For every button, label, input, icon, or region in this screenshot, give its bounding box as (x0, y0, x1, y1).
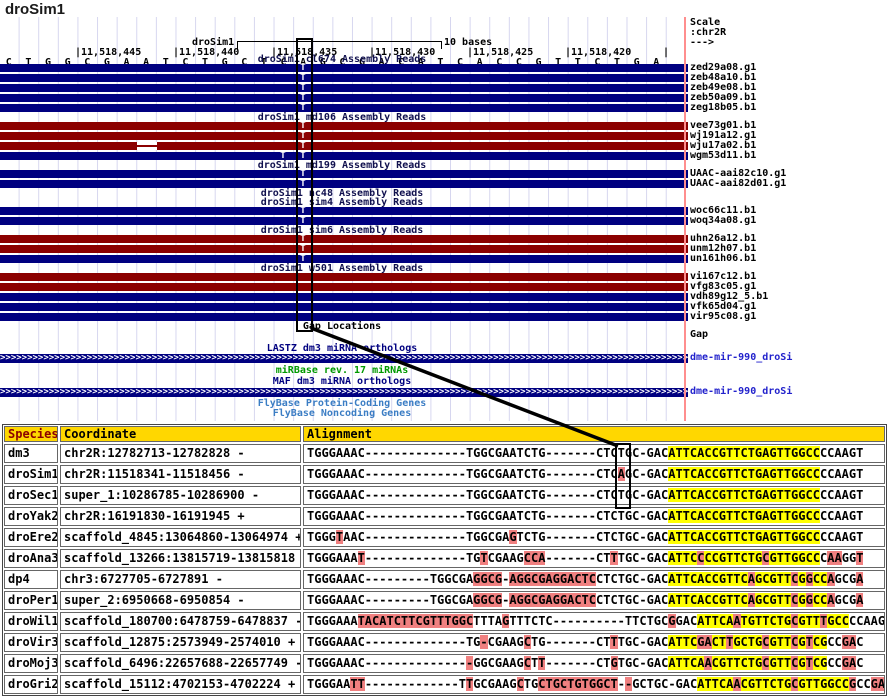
assembly-read-bar[interactable]: T (0, 235, 688, 243)
table-row: droWil1scaffold_180700:6478759-6478837 -… (3, 611, 886, 632)
assembly-read-bar[interactable]: TT (0, 152, 688, 160)
table-row: droMoj3scaffold_6496:22657688-22657749 -… (3, 653, 886, 674)
mirna-item-bar[interactable]: >>>>>>>>>>>>>>>>>>>>>>>>>>>>>>>>>>>>>>>>… (0, 354, 688, 363)
species-cell: droPer1 (4, 591, 58, 610)
assembly-read-bar[interactable]: T (0, 122, 688, 130)
alignment-cell: TGGGAAAC---------TGGCGAGGCG-AGGCGAGGACTC… (303, 570, 885, 589)
assembly-read-bar[interactable] (0, 293, 688, 301)
track-side-label: Gap (690, 330, 708, 340)
table-row: dp4chr3:6727705-6727891 -TGGGAAAC-------… (3, 569, 886, 590)
mirna-item-bar[interactable]: >>>>>>>>>>>>>>>>>>>>>>>>>>>>>>>>>>>>>>>>… (0, 388, 688, 397)
alignment-cell: TGGGTAAC--------------TGGCGAGTCTG-------… (303, 528, 885, 547)
table-row: droSec1super_1:10286785-10286900 -TGGGAA… (3, 485, 886, 506)
label-separator-line (684, 17, 686, 421)
coordinate-cell: super_2:6950668-6950854 - (60, 591, 301, 610)
coordinate-cell: scaffold_13266:13815719-13815818 + (60, 549, 301, 568)
assembly-read-bar[interactable] (0, 273, 688, 281)
species-cell: droMoj3 (4, 654, 58, 673)
scale-panel-line3: ---> (690, 38, 714, 48)
highlight-column-box (296, 38, 313, 332)
read-name-label: vir95c08.g1 (690, 312, 756, 322)
assembly-read-bar[interactable] (0, 283, 688, 291)
track-label-panel: Scale :chr2R ---> zed29a08.g1zeb48a10.b1… (690, 17, 888, 421)
alignment-cell: TGGGAAAC--------------TGGCGAATCTG-------… (303, 507, 885, 526)
mirna-item-name: dme-mir-990_droSi (690, 353, 792, 363)
assembly-read-bar[interactable]: T (0, 74, 688, 82)
table-row: droAna3scaffold_13266:13815719-13815818 … (3, 548, 886, 569)
table-row: droEre2scaffold_4845:13064860-13064974 +… (3, 527, 886, 548)
species-cell: droSec1 (4, 486, 58, 505)
species-cell: droGri2 (4, 675, 58, 694)
coordinate-cell: super_1:10286785-10286900 - (60, 486, 301, 505)
assembly-read-bar[interactable]: T (0, 132, 688, 140)
alignment-table: SpeciesCoordinateAlignment dm3chr2R:1278… (2, 424, 887, 696)
species-cell: dp4 (4, 570, 58, 589)
alignment-cell: TGGGAAAC--------------TG-CGAAGCTG-------… (303, 633, 885, 652)
track-center-label[interactable]: Gap Locations (0, 322, 684, 332)
read-name-label: UAAC-aai82d01.g1 (690, 179, 786, 189)
alignment-cell: TGGGAAAC--------------TGGCGAATCTG-------… (303, 444, 885, 463)
alignment-cell: TGGGAAAC--------------TGGCGAATCTG-------… (303, 465, 885, 484)
table-row: droSim1chr2R:11518341-11518456 -TGGGAAAC… (3, 464, 886, 485)
assembly-read-bar[interactable]: T (0, 104, 688, 112)
coordinate-cell: scaffold_15112:4702153-4702224 + (60, 675, 301, 694)
assembly-read-bar[interactable]: T (0, 64, 688, 72)
assembly-read-bar[interactable]: T (0, 255, 688, 263)
assembly-read-bar[interactable]: T (0, 142, 688, 150)
species-cell: droSim1 (4, 465, 58, 484)
assembly-read-bar[interactable]: T (0, 207, 688, 215)
assembly-read-bar[interactable]: T (0, 84, 688, 92)
column-header-alignment: Alignment (303, 426, 885, 442)
table-row: droVir3scaffold_12875:2573949-2574010 +T… (3, 632, 886, 653)
track-center-label[interactable]: MAF dm3 miRNA orthologs (0, 377, 684, 387)
assembly-read-bar[interactable] (0, 303, 688, 311)
page-title: droSim1 (5, 1, 65, 18)
alignment-cell: TGGGAAATACATCTTCGTTTGGCTTTAGTTTCTC------… (303, 612, 885, 631)
table-row: droYak2chr2R:16191830-16191945 +TGGGAAAC… (3, 506, 886, 527)
read-name-label: zeg18b05.b1 (690, 103, 756, 113)
assembly-read-bar[interactable]: T (0, 217, 688, 225)
read-gap-line (137, 145, 157, 147)
species-cell: droEre2 (4, 528, 58, 547)
browser-tracks-area[interactable]: droSim1 10 bases |11,518,445|11,518,440|… (0, 17, 684, 421)
alignment-cell: TGGGAAAC---------------GGCGAAGCTT-------… (303, 654, 885, 673)
species-cell: droAna3 (4, 549, 58, 568)
species-cell: droYak2 (4, 507, 58, 526)
track-center-label[interactable]: LASTZ dm3 miRNA orthologs (0, 344, 684, 354)
assembly-read-bar[interactable]: T (0, 245, 688, 253)
table-header-row: SpeciesCoordinateAlignment (3, 425, 886, 443)
read-name-label: wgm53d11.b1 (690, 151, 756, 161)
table-row: droGri2scaffold_15112:4702153-4702224 +T… (3, 674, 886, 695)
coordinate-cell: scaffold_180700:6478759-6478837 - (60, 612, 301, 631)
table-row: dm3chr2R:12782713-12782828 -TGGGAAAC----… (3, 443, 886, 464)
coordinate-cell: chr2R:11518341-11518456 - (60, 465, 301, 484)
coordinate-cell: chr3:6727705-6727891 - (60, 570, 301, 589)
read-name-label: un161h06.b1 (690, 254, 756, 264)
assembly-read-bar[interactable]: T (0, 94, 688, 102)
assembly-read-bar[interactable]: T (0, 170, 688, 178)
coordinate-cell: scaffold_12875:2573949-2574010 + (60, 633, 301, 652)
coordinate-cell: chr2R:12782713-12782828 - (60, 444, 301, 463)
species-cell: dm3 (4, 444, 58, 463)
species-cell: droWil1 (4, 612, 58, 631)
track-center-label[interactable]: miRBase rev. 17 miRNAs (0, 366, 684, 376)
species-cell: droVir3 (4, 633, 58, 652)
column-header-coordinate: Coordinate (60, 426, 301, 442)
coordinate-cell: scaffold_6496:22657688-22657749 - (60, 654, 301, 673)
assembly-read-bar[interactable]: T (0, 180, 688, 188)
column-header-species: Species (4, 426, 58, 442)
track-center-label[interactable]: FlyBase Noncoding Genes (0, 409, 684, 419)
read-name-label: woq34a08.g1 (690, 216, 756, 226)
alignment-cell: TGGGAATT-------------TTGCGAAGCTGCTGCTGTG… (303, 675, 885, 694)
alignment-cell: TGGGAAAC---------TGGCGAGGCG-AGGCGAGGACTC… (303, 591, 885, 610)
genome-browser-page: droSim1 droSim1 10 bases |11,518,445|11,… (0, 0, 888, 696)
alignment-cell: TGGGAAAC--------------TGGCGAATCTG-------… (303, 486, 885, 505)
coordinate-cell: scaffold_4845:13064860-13064974 + (60, 528, 301, 547)
mirna-item-name: dme-mir-990_droSi (690, 387, 792, 397)
coordinate-cell: chr2R:16191830-16191945 + (60, 507, 301, 526)
assembly-read-bar[interactable] (0, 313, 688, 321)
table-row: droPer1super_2:6950668-6950854 -TGGGAAAC… (3, 590, 886, 611)
read-gap (137, 142, 157, 150)
alignment-cell: TGGGAAAT--------------TGTCGAAGCCA-------… (303, 549, 885, 568)
